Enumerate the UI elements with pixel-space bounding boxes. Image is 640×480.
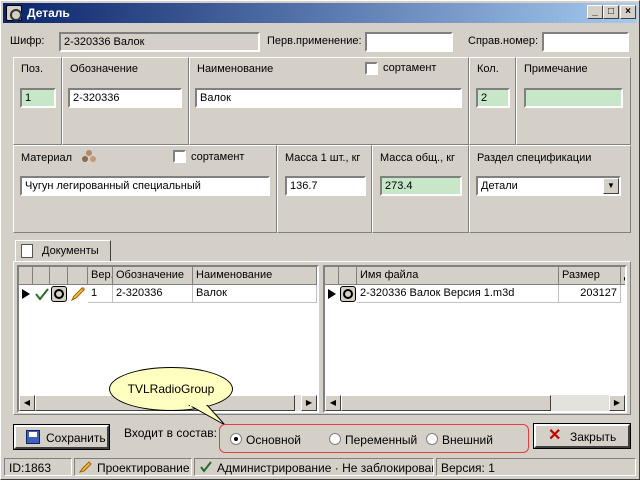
grid-col-name[interactable]: Наименование	[193, 267, 317, 285]
save-button[interactable]: Сохранить	[13, 424, 110, 450]
row-size: 203127	[559, 285, 621, 303]
save-button-label: Сохранить	[46, 431, 106, 445]
first-use-field[interactable]	[365, 32, 453, 52]
row-version: 1	[88, 285, 113, 303]
note-label: Примечание	[524, 63, 588, 75]
files-col-size[interactable]: Размер	[559, 267, 621, 285]
radio-variable[interactable]	[329, 433, 341, 445]
pos-field[interactable]: 1	[20, 88, 56, 108]
included-label: Входит в состав:	[124, 426, 217, 440]
grid-col-pencil	[68, 267, 88, 285]
grid-col-camera	[50, 267, 68, 285]
designation-label: Обозначение	[70, 63, 139, 75]
material-label: Материал	[21, 152, 72, 164]
row-filename: 2-320336 Валок Версия 1.m3d	[357, 285, 559, 303]
main-window: Деталь _ □ × Шифр: 2-320336 Валок Перв.п…	[0, 0, 640, 480]
material-assortment-checkbox[interactable]	[173, 150, 186, 163]
scroll-left-icon[interactable]: ◀	[325, 395, 341, 411]
spec-section-dropdown-arrow-icon[interactable]: ▼	[603, 178, 619, 194]
close-button-label: Закрыть	[570, 430, 617, 444]
note-field[interactable]	[524, 88, 623, 108]
material-field[interactable]: Чугун легированный специальный	[20, 176, 270, 196]
scroll-left-icon[interactable]: ◀	[19, 395, 35, 411]
app-icon[interactable]	[6, 5, 22, 21]
scroll-thumb[interactable]	[341, 395, 551, 411]
material-assortment-label: сортамент	[191, 151, 245, 163]
close-x-icon: ✕	[548, 427, 562, 444]
scroll-right-icon[interactable]: ▶	[301, 395, 317, 411]
name-label: Наименование	[197, 63, 274, 75]
radio-external[interactable]	[426, 433, 438, 445]
status-stage: Проектирование	[74, 458, 192, 476]
file-camera-icon[interactable]	[340, 286, 356, 302]
grid-col-designation[interactable]: Обозначение	[113, 267, 193, 285]
radio-main[interactable]	[230, 433, 242, 445]
first-use-label: Перв.применение:	[267, 35, 362, 47]
spec-section-value: Детали	[481, 180, 518, 192]
status-check-icon	[199, 460, 213, 475]
name-field[interactable]: Валок	[195, 88, 462, 108]
mass-total-label: Масса общ., кг	[380, 152, 456, 164]
close-button[interactable]: ✕ Закрыть	[533, 423, 631, 449]
files-col-camera	[339, 267, 357, 285]
pos-label: Поз.	[21, 63, 43, 75]
status-pencil-icon	[78, 460, 93, 475]
cipher-field[interactable]: 2-320336 Валок	[59, 32, 260, 52]
row-pointer-icon	[22, 289, 30, 302]
floppy-icon	[26, 430, 40, 444]
included-radio-group: Основной Переменный Внешний	[219, 424, 529, 453]
check-icon[interactable]	[34, 287, 50, 304]
right-grid-hscroll[interactable]: ◀ ▶	[325, 395, 625, 411]
name-assortment-label: сортамент	[383, 62, 437, 74]
radio-external-label: Внешний	[442, 433, 493, 447]
table-row[interactable]: 1 2-320336 Валок	[19, 285, 317, 304]
row-pointer-icon	[328, 289, 336, 302]
files-grid[interactable]: Имя файла Размер Д 2-320336 Валок Версия…	[323, 265, 627, 413]
tab-documents-label: Документы	[42, 245, 99, 257]
grid-col-indicator	[19, 267, 33, 285]
window-title: Деталь	[27, 6, 70, 20]
status-version: Версия: 1	[436, 458, 636, 476]
camera-icon[interactable]	[51, 286, 67, 302]
status-id: ID:1863	[4, 458, 72, 476]
pencil-icon[interactable]	[70, 286, 86, 305]
maximize-button[interactable]: □	[603, 5, 619, 19]
ref-number-field[interactable]	[542, 32, 629, 52]
row-name: Валок	[193, 285, 317, 303]
mass-unit-field[interactable]: 136.7	[285, 176, 366, 196]
name-assortment-checkbox[interactable]	[365, 62, 378, 75]
tab-documents[interactable]: Документы	[15, 240, 111, 262]
files-col-filename[interactable]: Имя файла	[357, 267, 559, 285]
cipher-label: Шифр:	[10, 35, 45, 47]
status-admin-label: Администрирование · Не заблокирован	[217, 461, 434, 475]
row-designation: 2-320336	[113, 285, 193, 303]
grid-col-check	[33, 267, 50, 285]
files-col-extra[interactable]: Д	[621, 267, 625, 285]
spec-section-select[interactable]: Детали	[476, 176, 621, 196]
grid-col-version[interactable]: Вер.	[88, 267, 113, 285]
mass-unit-label: Масса 1 шт., кг	[285, 152, 361, 164]
spec-section-label: Раздел спецификации	[477, 152, 592, 164]
table-row[interactable]: 2-320336 Валок Версия 1.m3d 203127	[325, 285, 625, 304]
radio-main-label: Основной	[246, 433, 302, 447]
designation-field[interactable]: 2-320336	[68, 88, 182, 108]
title-bar[interactable]: Деталь _ □ ×	[3, 3, 637, 23]
status-stage-label: Проектирование	[97, 461, 190, 475]
mass-total-field[interactable]: 273.4	[380, 176, 462, 196]
ref-number-label: Справ.номер:	[468, 35, 539, 47]
status-admin: Администрирование · Не заблокирован	[194, 458, 434, 476]
scroll-right-icon[interactable]: ▶	[609, 395, 625, 411]
close-window-button[interactable]: ×	[620, 5, 636, 19]
qty-label: Кол.	[477, 63, 499, 75]
qty-field[interactable]: 2	[476, 88, 510, 108]
files-col-indicator	[325, 267, 339, 285]
radio-variable-label: Переменный	[345, 433, 418, 447]
documents-tab-icon	[21, 244, 33, 258]
minimize-button[interactable]: _	[587, 5, 603, 19]
material-balls-icon[interactable]	[81, 149, 97, 163]
